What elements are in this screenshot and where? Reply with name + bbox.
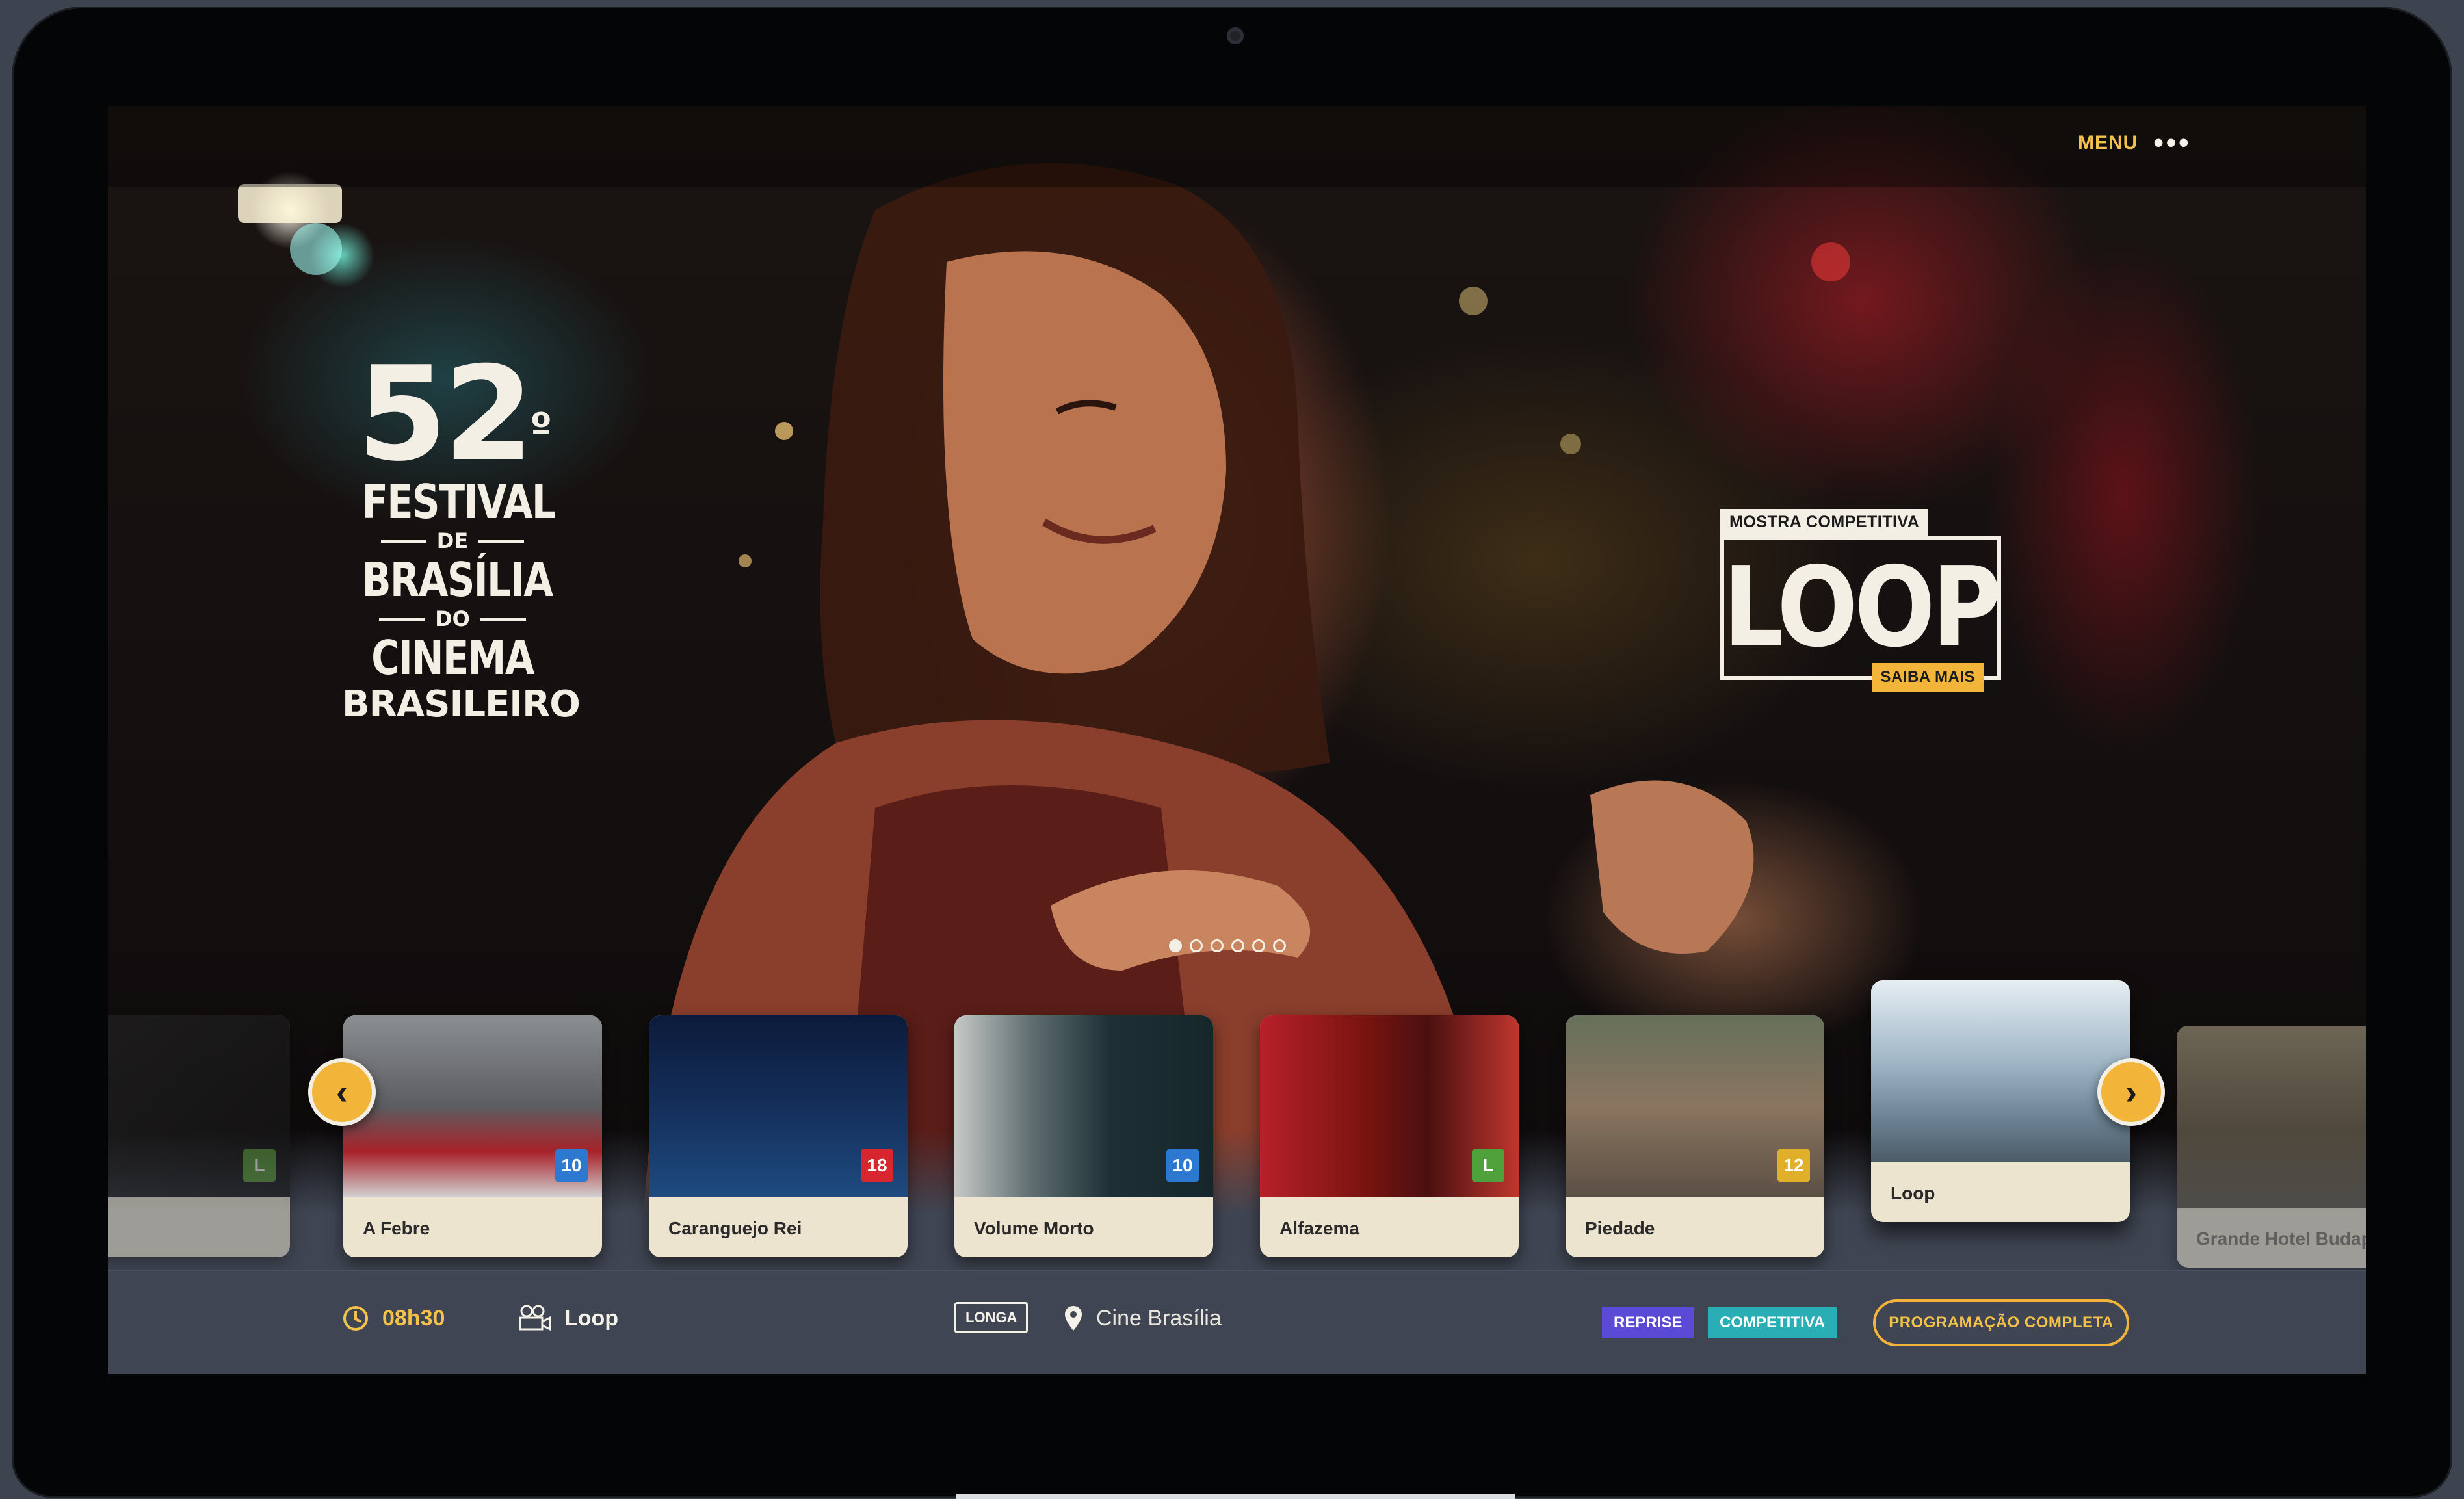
carousel-next-button[interactable]: › xyxy=(2097,1058,2165,1126)
rating-badge: 12 xyxy=(1777,1149,1810,1182)
film-card-volume-morto[interactable]: 10 Volume Morto xyxy=(954,1015,1213,1257)
logo-line-brasilia: BRASÍLIA xyxy=(361,553,553,607)
format-badge: LONGA xyxy=(954,1302,1029,1333)
carousel-dot[interactable] xyxy=(1231,939,1244,952)
carousel-dot[interactable] xyxy=(1190,939,1203,952)
monitor-stand xyxy=(956,1494,1515,1499)
carousel-dot[interactable] xyxy=(1252,939,1265,952)
film-title: Piedade xyxy=(1585,1218,1655,1238)
carousel-pagination xyxy=(1169,939,1286,952)
film-title: Grande Hotel Budapest xyxy=(2196,1229,2366,1249)
rating-badge: 10 xyxy=(555,1149,588,1182)
logo-line-de: DE xyxy=(342,527,563,554)
carousel-dot[interactable] xyxy=(1211,939,1224,952)
rating-badge: L xyxy=(243,1149,276,1182)
location-pin-icon xyxy=(1065,1306,1082,1331)
film-title: Volume Morto xyxy=(974,1218,1094,1238)
logo-line-do: DO xyxy=(342,605,563,632)
logo-line-festival: FESTIVAL xyxy=(361,475,557,529)
rating-badge: L xyxy=(1472,1149,1504,1182)
film-camera-icon xyxy=(519,1305,551,1331)
session-venue-name: Cine Brasília xyxy=(1096,1305,1222,1331)
film-thumbnail xyxy=(1871,980,2130,1162)
session-film-title: Loop xyxy=(564,1305,619,1331)
saiba-mais-button[interactable]: SAIBA MAIS xyxy=(1871,663,1984,692)
film-carousel: L 10 A Febre 18 Caranguejo Rei 10 Volume… xyxy=(108,980,2366,1270)
session-info-bar: 08h30 Loop LONGA Cine Brasília REPRISE C… xyxy=(108,1270,2366,1374)
menu-button[interactable]: MENU ••• xyxy=(2078,127,2192,159)
logo-number: 52º xyxy=(356,339,552,490)
film-title: A Febre xyxy=(363,1218,430,1238)
film-thumbnail xyxy=(2177,1026,2366,1208)
full-program-button[interactable]: PROGRAMAÇÃO COMPLETA xyxy=(1873,1299,2129,1346)
film-title: Alfazema xyxy=(1279,1218,1359,1238)
rating-badge: 10 xyxy=(1166,1149,1199,1182)
logo-line-cinema: CINEMA xyxy=(371,631,534,685)
featured-film: MOSTRA COMPETITIVA LOOP SAIBA MAIS xyxy=(1720,509,2032,692)
featured-title: LOOP xyxy=(1723,543,2001,672)
film-card-piedade[interactable]: 12 Piedade xyxy=(1566,1015,1824,1257)
carousel-dot[interactable] xyxy=(1169,939,1182,952)
session-venue: Cine Brasília xyxy=(1064,1305,1222,1332)
menu-label: MENU xyxy=(2078,132,2138,153)
more-dots-icon: ••• xyxy=(2153,127,2192,159)
film-card-partial-left[interactable]: L xyxy=(108,1015,290,1257)
competitiva-badge: COMPETITIVA xyxy=(1708,1307,1837,1338)
reprise-badge: REPRISE xyxy=(1602,1307,1694,1338)
top-bar xyxy=(108,106,2366,187)
film-title: Loop xyxy=(1891,1183,1935,1203)
rating-badge: 18 xyxy=(861,1149,893,1182)
film-title: Caranguejo Rei xyxy=(668,1218,802,1238)
chevron-left-icon: ‹ xyxy=(336,1073,348,1112)
film-card-grande-hotel-budapest[interactable]: Grande Hotel Budapest xyxy=(2177,1026,2366,1268)
film-card-a-febre[interactable]: 10 A Febre xyxy=(343,1015,602,1257)
film-card-caranguejo-rei[interactable]: 18 Caranguejo Rei xyxy=(649,1015,908,1257)
screen: MENU ••• 52º FESTIVAL DE BRASÍLIA DO CIN… xyxy=(108,106,2366,1374)
festival-logo: 52º FESTIVAL DE BRASÍLIA DO CINEMA BRASI… xyxy=(342,339,581,726)
logo-line-brasileiro: BRASILEIRO xyxy=(342,683,581,725)
webcam-icon xyxy=(1227,27,1244,44)
session-time: 08h30 xyxy=(342,1305,445,1332)
chevron-right-icon: › xyxy=(2125,1073,2137,1112)
session-film: Loop xyxy=(518,1305,618,1332)
carousel-prev-button[interactable]: ‹ xyxy=(308,1058,376,1126)
featured-title-box[interactable]: LOOP SAIBA MAIS xyxy=(1720,536,2002,692)
carousel-dot[interactable] xyxy=(1273,939,1286,952)
featured-tag: MOSTRA COMPETITIVA xyxy=(1720,509,1929,536)
clock-icon xyxy=(343,1306,368,1331)
film-card-loop[interactable]: Loop xyxy=(1871,980,2130,1222)
film-card-alfazema[interactable]: L Alfazema xyxy=(1260,1015,1519,1257)
session-time-value: 08h30 xyxy=(382,1305,445,1331)
